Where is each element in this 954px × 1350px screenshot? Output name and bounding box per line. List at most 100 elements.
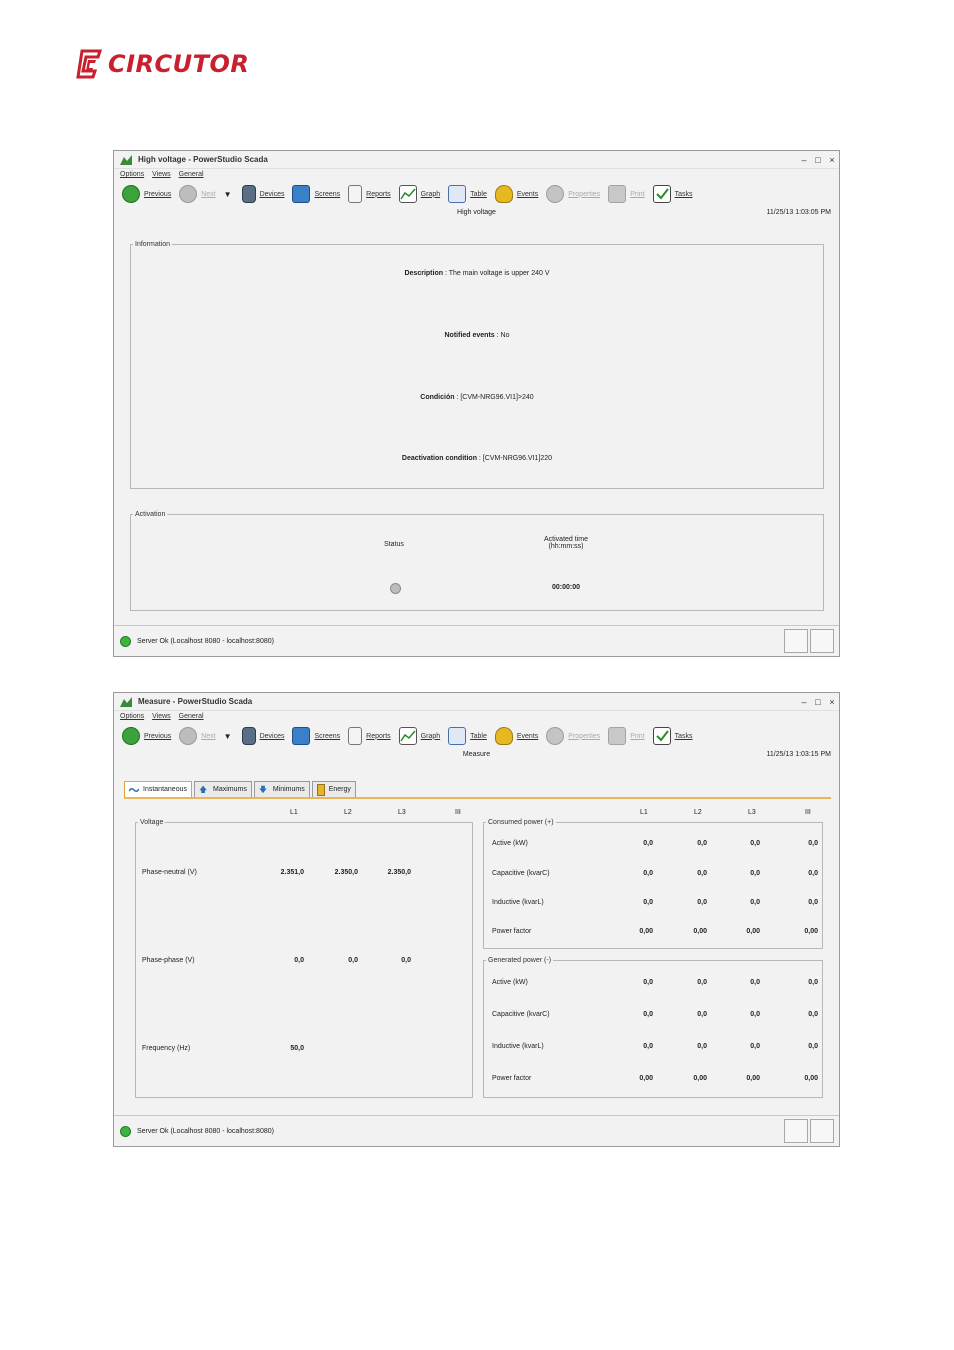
- col-header-l1: L1: [640, 809, 648, 816]
- next-button[interactable]: Next: [179, 185, 216, 203]
- toolbar: Previous Next ▼ Devices Screens Reports …: [114, 724, 839, 748]
- tab-underline: [124, 797, 831, 799]
- phase-phase-l1: 0,0: [294, 957, 304, 964]
- consumed-power-legend: Consumed power (+): [488, 819, 554, 826]
- print-button[interactable]: Print: [608, 727, 645, 745]
- properties-button[interactable]: Properties: [546, 727, 600, 745]
- menu-options[interactable]: Options: [120, 171, 144, 178]
- information-legend: Information: [135, 241, 171, 248]
- printer-icon: [608, 727, 627, 745]
- screens-button[interactable]: Screens: [292, 727, 340, 745]
- arrow-down-icon: 🡇: [258, 784, 268, 794]
- power-value-l1: 0,00: [639, 928, 653, 935]
- power-value-l2: 0,0: [697, 1011, 707, 1018]
- circutor-logo-mark: [76, 49, 103, 79]
- toolbar: Previous Next ▼ Devices Screens Reports …: [114, 182, 839, 206]
- checklist-icon: [652, 727, 671, 745]
- deactivation-line: Deactivation condition : [CVM-NRG96.VI1]…: [130, 455, 824, 462]
- datetime: 11/25/13 1:03:05 PM: [766, 209, 831, 216]
- frequency-label: Frequency (Hz): [142, 1045, 191, 1052]
- activation-group: Activation: [130, 511, 824, 611]
- close-icon[interactable]: ×: [825, 155, 839, 165]
- consumed-power-group: Consumed power (+): [483, 819, 823, 949]
- maximize-icon[interactable]: □: [811, 155, 825, 165]
- menu-views[interactable]: Views: [152, 713, 171, 720]
- power-value-l2: 0,00: [693, 1075, 707, 1082]
- bell-icon: [494, 185, 513, 203]
- power-row-label: Active (kW): [492, 979, 528, 986]
- events-button[interactable]: Events: [494, 727, 538, 745]
- power-row-label: Power factor: [492, 928, 532, 935]
- chevron-down-icon[interactable]: ▼: [224, 190, 232, 199]
- deactivation-label: Deactivation condition: [401, 455, 477, 462]
- minimize-icon[interactable]: –: [797, 155, 811, 165]
- menu-general[interactable]: General: [179, 171, 204, 178]
- notified-events-label: Notified events: [444, 332, 495, 339]
- menu-options[interactable]: Options: [120, 713, 144, 720]
- condition-line: Condición : [CVM-NRG96.VI1]>240: [130, 394, 824, 401]
- tab-minimums[interactable]: 🡇 Minimums: [253, 781, 310, 798]
- device-icon: [241, 727, 256, 745]
- power-value-l1: 0,0: [643, 899, 653, 906]
- devices-button[interactable]: Devices: [241, 727, 284, 745]
- tasks-button[interactable]: Tasks: [652, 185, 693, 203]
- notified-events-line: Notified events : No: [130, 332, 824, 339]
- arrow-left-icon: [122, 185, 140, 203]
- activated-time-label: Activated time (hh:mm:ss): [544, 536, 588, 550]
- power-row-label: Power factor: [492, 1075, 532, 1082]
- table-button[interactable]: Table: [448, 185, 487, 203]
- close-icon[interactable]: ×: [825, 697, 839, 707]
- previous-button[interactable]: Previous: [122, 185, 171, 203]
- power-value-iii: 0,0: [808, 1011, 818, 1018]
- app-icon: [120, 154, 132, 165]
- menu-general[interactable]: General: [179, 713, 204, 720]
- status-label: Status: [384, 541, 404, 548]
- col-header-l2: L2: [694, 809, 702, 816]
- activated-time-value: 00:00:00: [551, 584, 581, 591]
- graph-button[interactable]: Graph: [398, 185, 440, 203]
- circutor-logo-text: CIRCUTOR: [108, 50, 250, 78]
- arrow-right-icon: [179, 185, 198, 203]
- next-button[interactable]: Next: [179, 727, 216, 745]
- high-voltage-window: High voltage - PowerStudio Scada – □ × O…: [113, 150, 840, 657]
- screens-button[interactable]: Screens: [292, 185, 340, 203]
- table-button[interactable]: Table: [448, 727, 487, 745]
- description-line: Description : The main voltage is upper …: [130, 270, 824, 277]
- power-value-iii: 0,00: [804, 1075, 818, 1082]
- properties-button[interactable]: Properties: [546, 185, 600, 203]
- tasks-button[interactable]: Tasks: [652, 727, 693, 745]
- power-value-l3: 0,00: [746, 928, 760, 935]
- print-button[interactable]: Print: [608, 185, 645, 203]
- wave-icon: [129, 787, 139, 792]
- circutor-logo: CIRCUTOR: [76, 49, 249, 79]
- tab-maximums[interactable]: 🡅 Maximums: [193, 781, 252, 798]
- power-value-l2: 0,00: [693, 928, 707, 935]
- power-row-label: Capacitive (kvarC): [492, 870, 550, 877]
- gear-icon: [546, 185, 565, 203]
- power-value-l2: 0,0: [697, 1043, 707, 1050]
- reports-button[interactable]: Reports: [348, 185, 391, 203]
- report-icon: [348, 185, 363, 203]
- status-bar: Server Ok (Localhost 8080 - localhost:80…: [114, 1115, 839, 1146]
- devices-button[interactable]: Devices: [241, 185, 284, 203]
- minimize-icon[interactable]: –: [797, 697, 811, 707]
- reports-button[interactable]: Reports: [348, 727, 391, 745]
- tab-instantaneous[interactable]: Instantaneous: [124, 781, 192, 798]
- tab-energy[interactable]: Energy: [311, 781, 356, 798]
- col-header-l1: L1: [290, 809, 298, 816]
- device-icon: [241, 185, 256, 203]
- checklist-icon: [652, 185, 671, 203]
- power-value-iii: 0,0: [808, 979, 818, 986]
- graph-button[interactable]: Graph: [398, 727, 440, 745]
- events-button[interactable]: Events: [494, 185, 538, 203]
- power-value-l3: 0,0: [750, 1043, 760, 1050]
- generated-power-legend: Generated power (-): [488, 957, 552, 964]
- menu-views[interactable]: Views: [152, 171, 171, 178]
- power-value-iii: 0,0: [808, 870, 818, 877]
- maximize-icon[interactable]: □: [811, 697, 825, 707]
- power-value-l1: 0,0: [643, 979, 653, 986]
- previous-button[interactable]: Previous: [122, 727, 171, 745]
- chevron-down-icon[interactable]: ▼: [224, 732, 232, 741]
- col-header-iii: III: [455, 809, 461, 816]
- status-panel-right: [810, 1119, 834, 1143]
